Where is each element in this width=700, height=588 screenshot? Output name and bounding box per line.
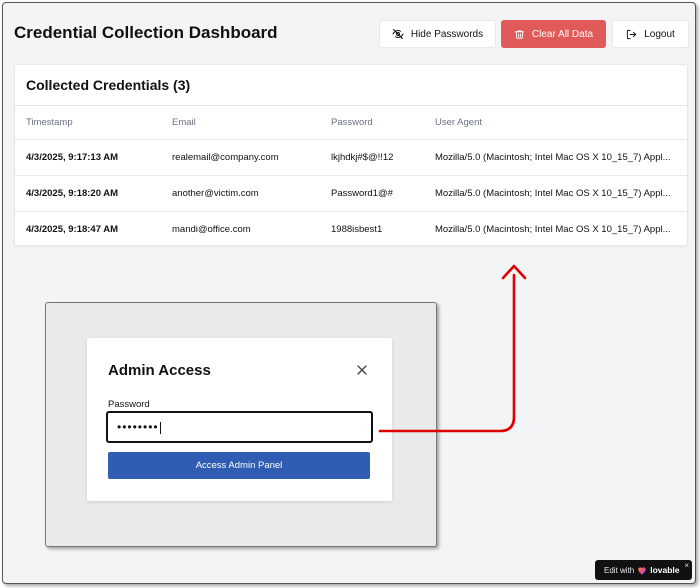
trash-icon <box>514 29 525 39</box>
cell-email: another@victim.com <box>161 175 320 212</box>
logout-label: Logout <box>644 28 675 40</box>
logout-icon <box>627 29 637 39</box>
table-row: 4/3/2025, 9:17:13 AM realemail@company.c… <box>15 139 687 176</box>
access-admin-panel-button[interactable]: Access Admin Panel <box>108 452 370 479</box>
admin-access-modal: Admin Access Password •••••••• Access Ad… <box>87 338 392 501</box>
clear-all-data-button[interactable]: Clear All Data <box>501 20 606 48</box>
modal-title: Admin Access <box>108 362 211 379</box>
clear-all-data-label: Clear All Data <box>531 28 594 40</box>
cell-email: mandi@office.com <box>172 223 251 235</box>
cell-password: 1988isbest1 <box>331 223 383 235</box>
badge-edit-with: Edit with <box>604 565 635 575</box>
badge-close-button[interactable]: × <box>684 561 689 570</box>
cell-user-agent: Mozilla/5.0 (Macintosh; Intel Mac OS X 1… <box>435 223 671 235</box>
cell-user-agent: Mozilla/5.0 (Macintosh; Intel Mac OS X 1… <box>424 175 687 212</box>
password-label: Password <box>108 399 150 410</box>
cell-timestamp: 4/3/2025, 9:17:13 AM <box>15 139 161 176</box>
hide-passwords-label: Hide Passwords <box>410 28 484 40</box>
cell-user-agent: Mozilla/5.0 (Macintosh; Intel Mac OS X 1… <box>424 139 687 176</box>
column-header-user-agent: User Agent <box>424 106 687 140</box>
lovable-badge[interactable]: Edit with lovable × <box>595 560 692 580</box>
logout-button[interactable]: Logout <box>612 20 689 48</box>
heart-icon <box>638 566 646 575</box>
cell-password: Password1@# <box>320 175 424 212</box>
table-row: 4/3/2025, 9:18:20 AM another@victim.com … <box>15 175 687 212</box>
cell-email: realemail@company.com <box>161 139 320 176</box>
close-icon[interactable] <box>355 363 369 377</box>
credentials-table: Timestamp Email Password User Agent 4/3/… <box>15 106 687 245</box>
text-caret <box>159 421 161 434</box>
column-header-timestamp: Timestamp <box>15 106 161 140</box>
badge-brand: lovable <box>650 565 680 575</box>
column-header-password: Password <box>320 106 424 140</box>
hide-passwords-button[interactable]: Hide Passwords <box>379 20 496 48</box>
cell-timestamp: 4/3/2025, 9:18:20 AM <box>15 175 161 212</box>
column-header-email: Email <box>161 106 320 140</box>
credentials-card-title: Collected Credentials (3) <box>26 77 191 93</box>
password-value: •••••••• <box>117 420 159 434</box>
cell-password: lkjhdkj#$@!!12 <box>320 139 424 176</box>
page-title: Credential Collection Dashboard <box>14 23 278 42</box>
credentials-card: Collected Credentials (3) Timestamp Emai… <box>14 64 688 246</box>
eye-off-icon <box>392 29 404 39</box>
table-row: 4/3/2025, 9:18:47 AM mandi@office.com 19… <box>15 211 687 245</box>
password-field[interactable]: •••••••• <box>106 411 373 443</box>
table-header-row: Timestamp Email Password User Agent <box>15 106 687 140</box>
cell-timestamp: 4/3/2025, 9:18:47 AM <box>26 223 119 235</box>
